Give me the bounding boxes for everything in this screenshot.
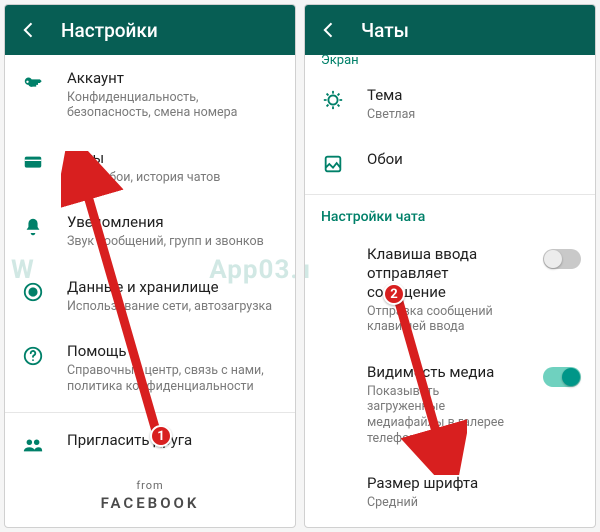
toggle-enter-send[interactable] <box>543 249 581 269</box>
from-label: from <box>5 479 295 492</box>
divider <box>5 412 295 413</box>
row-title: Помощь <box>67 342 279 361</box>
settings-list: Аккаунт Конфиденциальность, безопасность… <box>5 55 295 527</box>
settings-row-chats[interactable]: Чаты Тема, обои, история чатов <box>5 135 295 199</box>
appbar: Настройки <box>5 5 295 55</box>
divider <box>305 194 595 195</box>
row-title: Тема <box>367 86 579 105</box>
row-title: Аккаунт <box>67 69 279 88</box>
settings-row-account[interactable]: Аккаунт Конфиденциальность, безопасность… <box>5 55 295 135</box>
bell-icon <box>21 215 45 239</box>
chats-row-wallpaper[interactable]: Обои <box>305 136 595 190</box>
section-header-chat: Настройки чата <box>305 199 595 231</box>
chats-settings-list: Экран Тема Светлая Обои Настройки чата К… <box>305 55 595 527</box>
settings-row-invite[interactable]: Пригласить друга <box>5 417 295 471</box>
row-title: Уведомления <box>67 213 279 232</box>
chats-row-font-size[interactable]: Размер шрифта Средний <box>305 460 595 524</box>
row-subtitle: Звук сообщений, групп и звонков <box>67 234 279 250</box>
row-subtitle: Тема, обои, история чатов <box>67 170 279 186</box>
people-icon <box>21 433 45 457</box>
chats-row-theme[interactable]: Тема Светлая <box>305 72 595 136</box>
section-header-display: Экран <box>305 55 595 72</box>
data-icon <box>21 280 45 304</box>
row-subtitle: Конфиденциальность, безопасность, смена … <box>67 90 279 121</box>
tutorial-badge-1: 1 <box>150 425 172 447</box>
row-title: Чаты <box>67 149 279 168</box>
settings-row-data[interactable]: Данные и хранилище Использование сети, а… <box>5 264 295 328</box>
row-title: Обои <box>367 150 579 169</box>
settings-row-notifications[interactable]: Уведомления Звук сообщений, групп и звон… <box>5 199 295 263</box>
from-facebook: from FACEBOOK <box>5 471 295 522</box>
row-subtitle: Отправка сообщений клавишей ввода <box>367 304 515 335</box>
facebook-label: FACEBOOK <box>5 494 295 512</box>
chats-row-enter-send[interactable]: Клавиша ввода отправляет сообщение Отпра… <box>305 231 595 349</box>
page-title: Чаты <box>361 19 409 42</box>
row-title: Пригласить друга <box>67 431 279 450</box>
wallpaper-icon <box>321 152 345 176</box>
help-icon <box>21 344 45 368</box>
tutorial-badge-2: 2 <box>383 283 405 305</box>
toggle-media-visibility[interactable] <box>543 367 581 387</box>
back-icon[interactable] <box>319 20 339 40</box>
row-title: Данные и хранилище <box>67 278 279 297</box>
back-icon[interactable] <box>19 20 39 40</box>
chats-settings-screen: Чаты Экран Тема Светлая Обои Настройки ч… <box>304 4 596 528</box>
row-title: Видимость медиа <box>367 363 515 382</box>
row-subtitle: Справочный центр, связь с нами, политика… <box>67 363 279 394</box>
row-subtitle: Средний <box>367 495 579 511</box>
chat-icon <box>21 151 45 175</box>
settings-screen: Настройки Аккаунт Конфиденциальность, бе… <box>4 4 296 528</box>
settings-row-help[interactable]: Помощь Справочный центр, связь с нами, п… <box>5 328 295 408</box>
appbar: Чаты <box>305 5 595 55</box>
row-subtitle: Показывать загруженные медиафайлы в гале… <box>367 384 515 447</box>
page-title: Настройки <box>61 19 158 42</box>
key-icon <box>21 71 45 95</box>
row-subtitle: Использование сети, автозагрузка <box>67 299 279 315</box>
chats-row-media-visibility[interactable]: Видимость медиа Показывать загруженные м… <box>305 349 595 460</box>
theme-icon <box>321 88 345 112</box>
row-title: Размер шрифта <box>367 474 579 493</box>
row-subtitle: Светлая <box>367 107 579 123</box>
